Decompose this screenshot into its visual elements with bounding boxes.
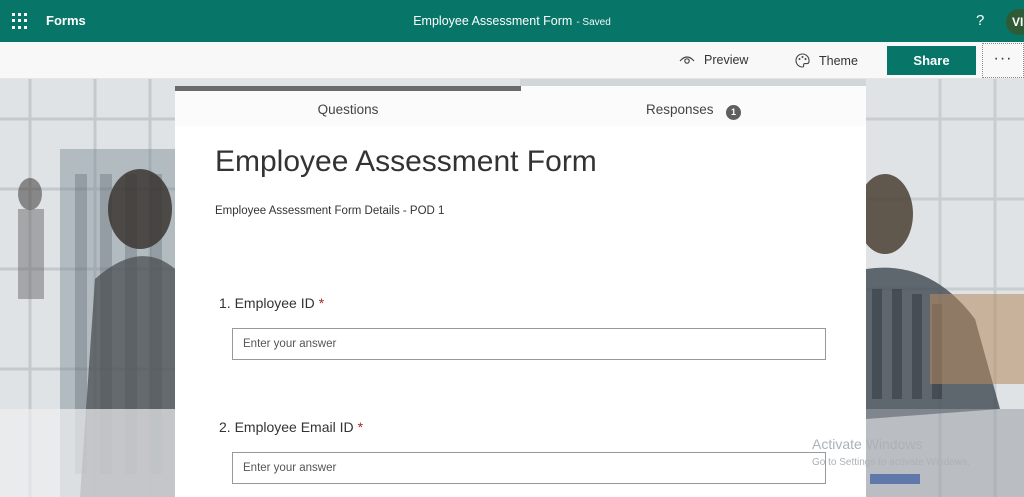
activation-watermark-subtitle: Go to Settings to activate Windows.	[812, 457, 970, 468]
help-icon[interactable]: ?	[976, 12, 984, 29]
active-tab-indicator	[175, 86, 521, 91]
question-2-title: 2. Employee Email ID *	[219, 419, 363, 435]
app-header: Forms Employee Assessment Form - Saved ? …	[0, 0, 1024, 42]
preview-button[interactable]: Preview	[679, 53, 748, 67]
question-1-title: 1. Employee ID *	[219, 295, 324, 311]
form-title-header: Employee Assessment Form - Saved	[0, 14, 1024, 28]
question-number: 1.	[219, 295, 231, 311]
theme-button[interactable]: Theme	[795, 53, 858, 68]
document-title[interactable]: Employee Assessment Form	[413, 14, 572, 28]
avatar[interactable]: VI	[1006, 9, 1024, 35]
tab-responses-label: Responses	[646, 102, 714, 117]
responses-count-badge: 1	[726, 105, 741, 120]
form-title[interactable]: Employee Assessment Form	[215, 145, 597, 179]
tab-questions-label: Questions	[317, 102, 379, 117]
palette-icon	[795, 53, 810, 68]
question-label: Employee Email ID	[234, 419, 354, 435]
form-card: Questions Responses 1 Employee Assessmen…	[175, 86, 866, 497]
question-label: Employee ID	[234, 295, 315, 311]
activation-watermark-title: Activate Windows	[812, 436, 923, 452]
theme-label: Theme	[819, 53, 858, 68]
preview-label: Preview	[704, 53, 749, 67]
required-asterisk: *	[318, 295, 325, 311]
tab-strip: Questions Responses 1	[175, 86, 866, 126]
more-options-icon[interactable]: ···	[982, 43, 1024, 78]
employee-email-input[interactable]: Enter your answer	[232, 452, 826, 484]
tab-questions[interactable]: Questions	[175, 86, 521, 126]
required-asterisk: *	[357, 419, 364, 435]
employee-id-input[interactable]: Enter your answer	[232, 328, 826, 360]
share-button[interactable]: Share	[887, 46, 976, 75]
form-description[interactable]: Employee Assessment Form Details - POD 1	[215, 205, 444, 217]
question-number: 2.	[219, 419, 231, 435]
saved-status: - Saved	[576, 17, 611, 28]
command-bar: Preview Theme	[0, 42, 1024, 79]
tab-responses[interactable]: Responses 1	[585, 86, 785, 126]
eye-icon	[679, 56, 695, 64]
